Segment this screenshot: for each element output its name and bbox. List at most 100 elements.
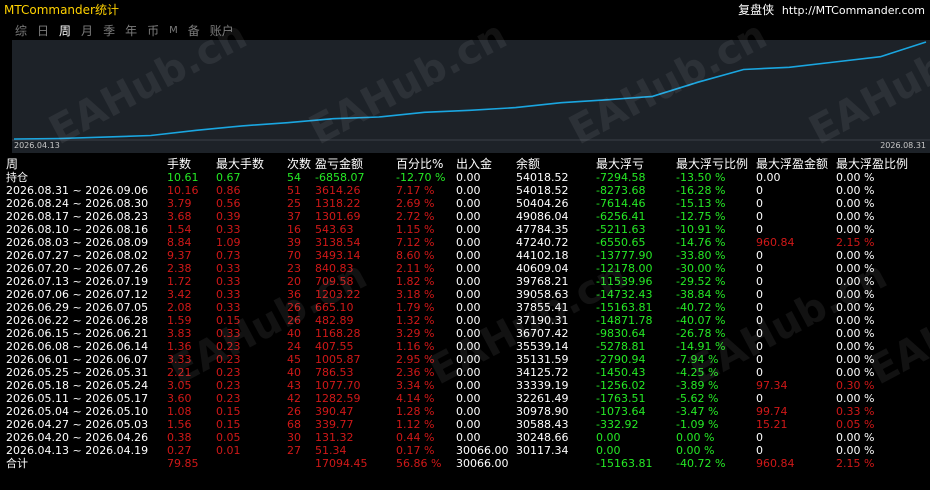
- table-cell: 3.79: [167, 197, 192, 210]
- table-row[interactable]: 2026.05.18 ~ 2026.05.24 3.05 0.23 43 1077.70…: [6, 379, 924, 392]
- total-row[interactable]: 合计 79.85 17094.45 56.86 % 30066.00 -15163.81 -…: [6, 457, 924, 470]
- table-cell: 10.16: [167, 184, 199, 197]
- table-cell: 3.18 %: [396, 288, 435, 301]
- table-row[interactable]: 2026.06.01 ~ 2026.06.07 3.33 0.23 45 1005.87…: [6, 353, 924, 366]
- table-cell: 44102.18: [516, 249, 569, 262]
- table-row[interactable]: 2026.08.31 ~ 2026.09.06 10.16 0.86 51 3614.2…: [6, 184, 924, 197]
- header-brand: 复盘侠 http://MTCommander.com: [738, 3, 925, 18]
- table-cell: 2026.08.03 ~ 2026.08.09: [6, 236, 149, 249]
- table-cell: 0.23: [216, 392, 241, 405]
- table-cell: -1450.43: [596, 366, 646, 379]
- table-row[interactable]: 2026.08.03 ~ 2026.08.09 8.84 1.09 39 3138.54…: [6, 236, 924, 249]
- table-row[interactable]: 2026.06.15 ~ 2026.06.21 3.83 0.33 40 1168.28…: [6, 327, 924, 340]
- table-cell: 0.23: [216, 353, 241, 366]
- table-cell: 1077.70: [315, 379, 361, 392]
- table-cell: -13777.90: [596, 249, 653, 262]
- table-row[interactable]: 2026.07.20 ~ 2026.07.26 2.38 0.33 23 840.83 2…: [6, 262, 924, 275]
- table-cell: 0.00 %: [836, 366, 875, 379]
- tab-5[interactable]: 年: [122, 23, 140, 39]
- table-cell: -40.72 %: [676, 301, 726, 314]
- table-cell: -12178.00: [596, 262, 653, 275]
- table-row[interactable]: 2026.06.29 ~ 2026.07.05 2.08 0.33 26 665.10 1…: [6, 301, 924, 314]
- table-cell: 1.15 %: [396, 223, 435, 236]
- column-header: 最大浮亏比例: [676, 157, 749, 171]
- table-cell: 709.58: [315, 275, 354, 288]
- table-row[interactable]: 2026.04.20 ~ 2026.04.26 0.38 0.05 30 131.32 0…: [6, 431, 924, 444]
- table-cell: 0.00: [456, 418, 481, 431]
- tab-2[interactable]: 周: [56, 23, 74, 39]
- table-cell: 0.17 %: [396, 444, 435, 457]
- table-cell: 2026.07.06 ~ 2026.07.12: [6, 288, 149, 301]
- table-cell: 16: [287, 223, 301, 236]
- table-cell: 0.00: [456, 249, 481, 262]
- table-cell: 35539.14: [516, 340, 569, 353]
- table-cell: 34125.72: [516, 366, 569, 379]
- table-row[interactable]: 2026.05.25 ~ 2026.05.31 2.21 0.23 40 786.53 2…: [6, 366, 924, 379]
- table-cell: 1.36: [167, 340, 192, 353]
- table-row[interactable]: 2026.05.04 ~ 2026.05.10 1.08 0.15 26 390.47 1…: [6, 405, 924, 418]
- table-cell: 0: [756, 197, 763, 210]
- table-cell: 0.44 %: [396, 431, 435, 444]
- table-cell: 0.33: [216, 288, 241, 301]
- table-cell: 26: [287, 301, 301, 314]
- table-row[interactable]: 2026.04.27 ~ 2026.05.03 1.56 0.15 68 339.77 1…: [6, 418, 924, 431]
- tab-4[interactable]: 季: [100, 23, 118, 39]
- table-cell: 0.00 %: [836, 184, 875, 197]
- table-cell: 0.33: [216, 301, 241, 314]
- tab-9[interactable]: 账户: [207, 23, 237, 39]
- table-cell: 2026.08.31 ~ 2026.09.06: [6, 184, 149, 197]
- table-cell: 35131.59: [516, 353, 569, 366]
- table-cell: 0.05 %: [836, 418, 875, 431]
- table-cell: 30978.90: [516, 405, 569, 418]
- table-cell: 1.09: [216, 236, 241, 249]
- weekly-stats-table: 周 手数 最大手数 次数 盈亏金额 百分比% 出入金 余额 最大浮亏 最大浮亏比例 最大浮盈金额 最大…: [6, 157, 924, 470]
- table-cell: 30: [287, 431, 301, 444]
- table-cell: 2026.04.20 ~ 2026.04.26: [6, 431, 149, 444]
- hold-row[interactable]: 持仓 10.61 0.67 54 -6858.07 -12.70 % 0.00 54018.5…: [6, 171, 924, 184]
- table-cell: -8273.68: [596, 184, 646, 197]
- column-header: 盈亏金额: [315, 157, 364, 171]
- tab-3[interactable]: 月: [78, 23, 96, 39]
- table-row[interactable]: 2026.06.08 ~ 2026.06.14 1.36 0.23 24 407.55 1…: [6, 340, 924, 353]
- table-row[interactable]: 2026.08.17 ~ 2026.08.23 3.68 0.39 37 1301.69…: [6, 210, 924, 223]
- table-row[interactable]: 2026.05.11 ~ 2026.05.17 3.60 0.23 42 1282.59…: [6, 392, 924, 405]
- table-cell: -9830.64: [596, 327, 646, 340]
- table-row[interactable]: 2026.08.24 ~ 2026.08.30 3.79 0.56 25 1318.22…: [6, 197, 924, 210]
- table-cell: 543.63: [315, 223, 354, 236]
- table-cell: 2.38: [167, 262, 192, 275]
- table-cell: 23: [287, 262, 301, 275]
- column-header: 百分比%: [396, 157, 444, 171]
- table-cell: 0.39: [216, 210, 241, 223]
- table-cell: 0.33: [216, 223, 241, 236]
- table-row[interactable]: 2026.07.13 ~ 2026.07.19 1.72 0.33 20 709.58 1…: [6, 275, 924, 288]
- table-cell: 960.84: [756, 457, 795, 470]
- table-cell: 40609.04: [516, 262, 569, 275]
- table-row[interactable]: 2026.07.06 ~ 2026.07.12 3.42 0.33 36 1203.22…: [6, 288, 924, 301]
- tab-6[interactable]: 币: [144, 23, 162, 39]
- table-row[interactable]: 2026.06.22 ~ 2026.06.28 1.59 0.15 26 482.89 1…: [6, 314, 924, 327]
- tab-0[interactable]: 综: [12, 23, 30, 39]
- table-cell: 0.00: [456, 340, 481, 353]
- column-header: 次数: [287, 157, 312, 171]
- tab-1[interactable]: 日: [34, 23, 52, 39]
- table-cell: 39768.21: [516, 275, 569, 288]
- table-cell: -3.47 %: [676, 405, 719, 418]
- column-header: 最大浮盈金额: [756, 157, 829, 171]
- table-cell: 9.37: [167, 249, 192, 262]
- tab-8[interactable]: 备: [185, 23, 203, 39]
- table-cell: 0.00: [456, 431, 481, 444]
- table-cell: 0: [756, 327, 763, 340]
- tab-7[interactable]: M: [166, 23, 181, 39]
- table-cell: 40: [287, 327, 301, 340]
- table-cell: -7294.58: [596, 171, 646, 184]
- table-cell: 0.15: [216, 418, 241, 431]
- table-cell: 0.00 %: [836, 275, 875, 288]
- table-cell: -2790.94: [596, 353, 646, 366]
- table-row[interactable]: 2026.08.10 ~ 2026.08.16 1.54 0.33 16 543.63 1…: [6, 223, 924, 236]
- website-link[interactable]: http://MTCommander.com: [782, 4, 925, 17]
- table-row[interactable]: 2026.04.13 ~ 2026.04.19 0.27 0.01 27 51.34 0.…: [6, 444, 924, 457]
- table-cell: 0: [756, 223, 763, 236]
- table-cell: 0.00 %: [836, 301, 875, 314]
- table-row[interactable]: 2026.07.27 ~ 2026.08.02 9.37 0.73 70 3493.14…: [6, 249, 924, 262]
- table-cell: -1.09 %: [676, 418, 719, 431]
